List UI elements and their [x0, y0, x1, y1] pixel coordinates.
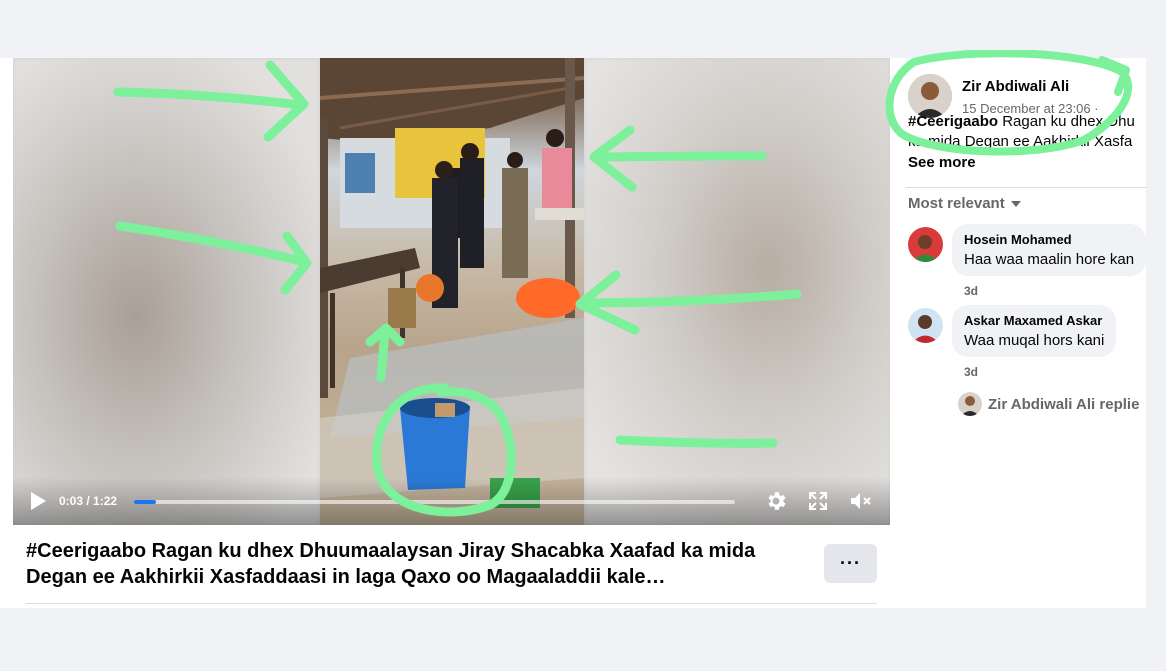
view-replies-link[interactable]: Zir Abdiwali Ali replie: [988, 396, 1139, 413]
post-hashtag[interactable]: #Ceerigaabo: [908, 113, 998, 130]
more-options-button[interactable]: ···: [824, 544, 877, 583]
video-blur-left: [13, 58, 320, 525]
video-frame: [320, 58, 584, 525]
fullscreen-icon[interactable]: [806, 489, 830, 513]
comment-text-1: Haa waa maalin hore kan: [964, 251, 1135, 268]
sidebar-divider: [906, 187, 1146, 188]
comment-time-1[interactable]: 3d: [964, 284, 978, 298]
commenter-avatar-1[interactable]: [908, 227, 943, 262]
comment-sort-dropdown[interactable]: Most relevant: [908, 195, 1021, 212]
dropdown-caret-icon: [1010, 201, 1021, 208]
comment-time-2[interactable]: 3d: [964, 365, 978, 379]
video-progress-bar[interactable]: [134, 500, 735, 504]
duration: 1:22: [93, 494, 118, 508]
video-player[interactable]: 0:03 / 1:22: [13, 58, 890, 525]
comment-text-2: Waa muqal hors kani: [964, 332, 1105, 349]
comment-bubble-1: Hosein Mohamed Haa waa maalin hore kan: [952, 224, 1146, 276]
reply-avatar-photo: [958, 392, 982, 416]
commenter-avatar-1-photo: [908, 227, 943, 262]
play-icon[interactable]: [29, 491, 47, 511]
comment-author-2[interactable]: Askar Maxamed Askar: [964, 313, 1104, 328]
post-text-line-2: ka mida Degan ee Aakhirkii Xasfa: [908, 133, 1133, 150]
commenter-avatar-2-photo: [908, 308, 943, 343]
comment-sort-label: Most relevant: [908, 195, 1005, 212]
reply-avatar[interactable]: [958, 392, 982, 416]
video-progress-fill: [134, 500, 157, 504]
post-text: #Ceerigaabo Ragan ku dhex Dhu ka mida De…: [908, 112, 1146, 152]
video-time: 0:03 / 1:22: [59, 494, 117, 508]
post-title: #Ceerigaabo Ragan ku dhex Dhuumaalaysan …: [26, 540, 756, 588]
comment-author-1[interactable]: Hosein Mohamed: [964, 232, 1134, 247]
comment-bubble-2: Askar Maxamed Askar Waa muqal hors kani: [952, 305, 1117, 357]
post-text-line-1-rest: Ragan ku dhex Dhu: [998, 113, 1135, 130]
author-name[interactable]: Zir Abdiwali Ali: [962, 78, 1069, 95]
video-controls: 0:03 / 1:22: [13, 477, 890, 525]
post-text-line-1: #Ceerigaabo Ragan ku dhex Dhu: [908, 112, 1146, 132]
current-time: 0:03: [59, 494, 84, 508]
settings-gear-icon[interactable]: [764, 489, 788, 513]
volume-muted-icon[interactable]: [848, 489, 872, 513]
time-separator: /: [83, 494, 94, 508]
title-divider: [26, 603, 877, 604]
video-blur-right: [584, 58, 890, 525]
commenter-avatar-2[interactable]: [908, 308, 943, 343]
post-sidebar: Zir Abdiwali Ali 15 December at 23:06 · …: [896, 58, 1146, 608]
more-options-icon: ···: [840, 553, 861, 573]
see-more-link[interactable]: See more: [908, 154, 976, 171]
video-scene: [320, 58, 584, 508]
